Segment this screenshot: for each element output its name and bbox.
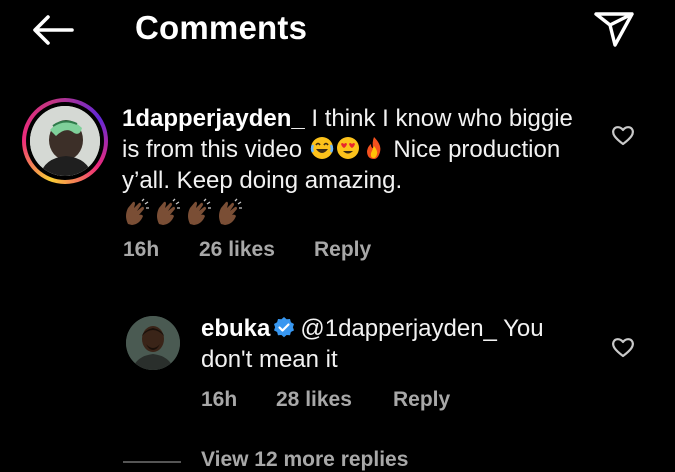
- comment-meta: 16h 26 likes Reply: [123, 236, 523, 264]
- comment-username[interactable]: 1dapperjayden_: [122, 105, 305, 132]
- like-button[interactable]: [610, 123, 636, 147]
- back-button[interactable]: [28, 10, 78, 50]
- view-more-replies-button[interactable]: View 12 more replies: [201, 448, 408, 472]
- clapping-hands-icon: [219, 198, 242, 225]
- fire-icon: [366, 137, 381, 159]
- avatar[interactable]: [30, 106, 100, 176]
- likes-count[interactable]: 28 likes: [276, 386, 352, 414]
- user-avatar-image: [126, 316, 180, 370]
- header-bar: Comments: [0, 0, 675, 60]
- share-button[interactable]: [590, 8, 638, 50]
- reply-button[interactable]: Reply: [393, 386, 450, 414]
- page-title: Comments: [135, 9, 308, 46]
- comment-text: 1dapperjayden_ I think I know who biggie…: [122, 103, 592, 228]
- clapping-hands-icon: [188, 198, 211, 225]
- heart-eyes-icon: [336, 137, 359, 159]
- clapping-hands-icon: [126, 198, 149, 225]
- avatar[interactable]: [126, 316, 180, 370]
- paper-plane-icon: [594, 12, 634, 47]
- comment-meta: 16h 28 likes Reply: [201, 386, 601, 414]
- clap-emoji-row: [122, 198, 592, 228]
- like-button[interactable]: [610, 335, 636, 359]
- comment-time: 16h: [123, 238, 160, 261]
- user-avatar-image: [30, 106, 100, 176]
- comment-text: ebuka @1dapperjayden_ You don't mean it: [201, 313, 601, 375]
- mention-link[interactable]: @1dapperjayden_: [300, 315, 497, 342]
- arrow-left-icon: [33, 15, 74, 45]
- heart-outline-icon: [612, 126, 634, 146]
- comment-username[interactable]: ebuka: [201, 315, 270, 342]
- verified-badge-icon: [274, 317, 295, 338]
- heart-outline-icon: [612, 338, 634, 358]
- face-with-tears-of-joy-icon: [310, 137, 333, 159]
- clapping-hands-icon: [157, 198, 180, 225]
- comment-time: 16h: [201, 388, 238, 411]
- likes-count[interactable]: 26 likes: [199, 236, 275, 264]
- story-ring[interactable]: [22, 98, 108, 184]
- reply-button[interactable]: Reply: [314, 236, 371, 264]
